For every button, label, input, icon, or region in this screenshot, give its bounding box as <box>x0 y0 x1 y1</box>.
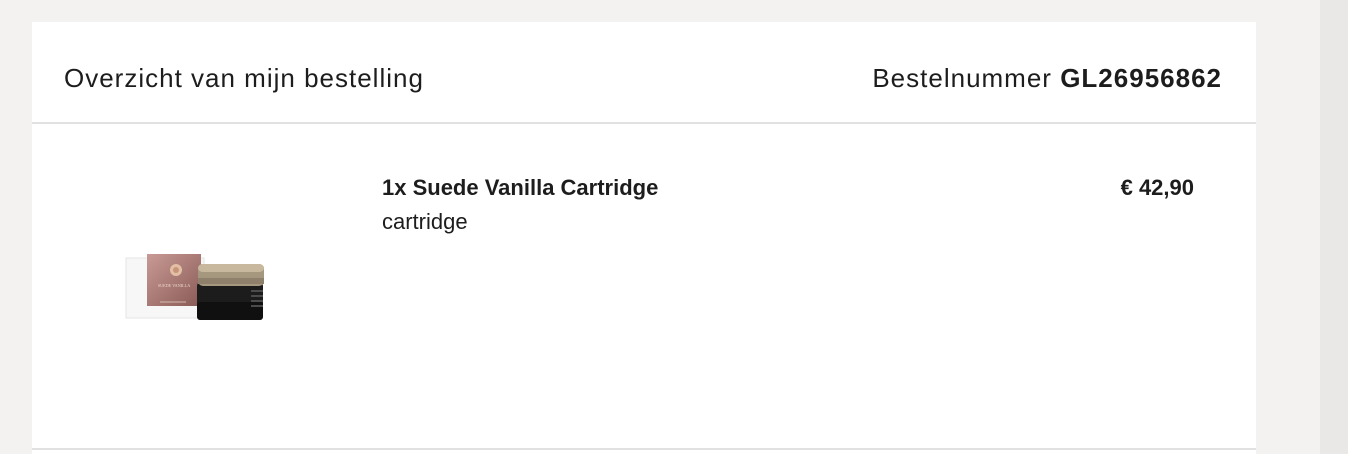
product-name[interactable]: 1x Suede Vanilla Cartridge <box>382 174 658 202</box>
order-overview-title: Overzicht van mijn bestelling <box>64 63 424 93</box>
product-image-lettering: SUEDE VANILLA <box>158 283 191 288</box>
order-number-value: GL26956862 <box>1060 63 1222 93</box>
order-number-label: Bestelnummer <box>872 63 1052 93</box>
product-variant: cartridge <box>382 209 468 234</box>
product-cartridge-image: SUEDE VANILLA <box>125 254 264 320</box>
order-item-row: SUEDE VANILLA 1x Suede Vanilla Cartridge… <box>32 124 1256 450</box>
order-summary-page: Overzicht van mijn bestelling Bestelnumm… <box>0 0 1348 454</box>
order-header: Overzicht van mijn bestelling Bestelnumm… <box>32 22 1256 124</box>
product-price: € 42,90 <box>1120 175 1194 200</box>
scrollbar-track[interactable] <box>1320 0 1348 454</box>
order-overview-card: Overzicht van mijn bestelling Bestelnumm… <box>32 22 1256 454</box>
order-number-block: Bestelnummer GL26956862 <box>872 62 1222 94</box>
